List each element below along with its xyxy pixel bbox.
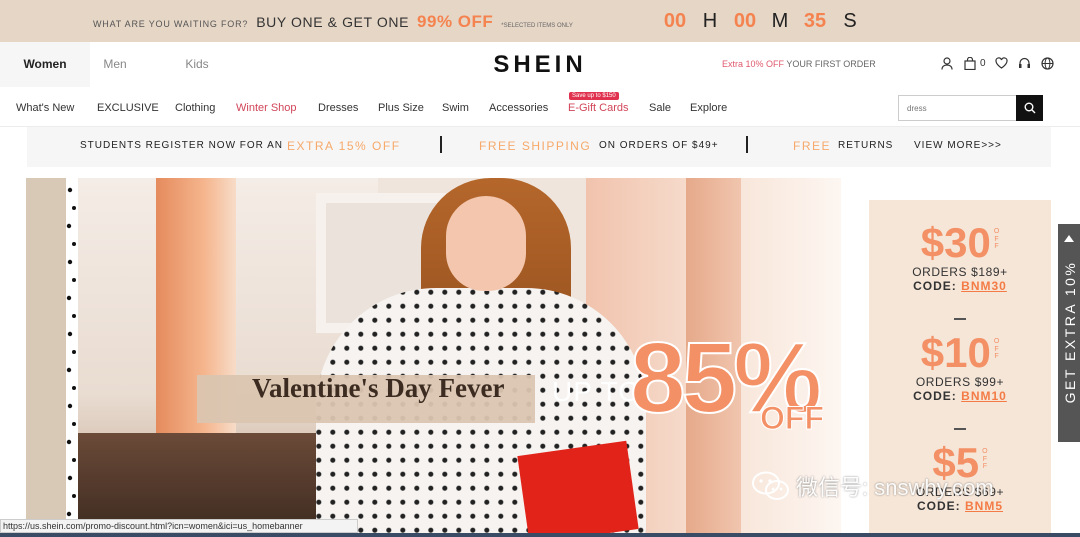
coupon-separator [954,428,966,430]
main-nav: What's New EXCLUSIVE Clothing Winter Sho… [0,87,1080,127]
search-button[interactable] [1016,95,1043,121]
coupon-code-label: CODE: [913,389,957,403]
coupon-30[interactable]: $30 OFF ORDERS $189+ CODE: BNM30 [869,222,1051,294]
tab-kids[interactable]: Kids [152,42,242,87]
countdown-seconds-unit: S [843,10,857,32]
nav-winter-shop[interactable]: Winter Shop [236,102,297,114]
search-box [898,95,1043,121]
coupon-separator [954,318,966,320]
promo-message: WHAT ARE YOU WAITING FOR? BUY ONE & GET … [93,12,573,32]
returns-text: RETURNS [838,140,894,151]
banner-backdrop [26,178,66,537]
nav-clothing[interactable]: Clothing [175,102,215,114]
countdown-seconds: 35 [803,10,827,32]
banner-up-to: UP TO [552,376,642,407]
search-input[interactable] [899,96,1016,120]
nav-explore[interactable]: Explore [690,102,727,114]
get-extra-label: GET EXTRA 10% [1062,260,1078,404]
extra-discount-link[interactable]: EXTRA 15% OFF [287,139,401,153]
search-icon [1024,102,1035,114]
countdown-hours: 00 [663,10,687,32]
user-icon[interactable] [940,55,954,71]
coupon-threshold: ORDERS $99+ [915,375,1005,389]
divider [746,136,748,153]
wechat-watermark: 微信号: snswhy.com [752,470,994,502]
watermark-text: 微信号: snswhy.com [796,475,994,500]
coupon-code-line: CODE: BNM10 [869,389,1051,403]
coupon-code[interactable]: BNM10 [961,389,1007,403]
coupon-value: $30 [920,219,991,266]
shein-logo[interactable]: SHEIN [480,51,600,79]
countdown-timer: 00 H 00 M 35 S [660,10,870,33]
nav-whats-new[interactable]: What's New [16,102,74,114]
divider [440,136,442,153]
free-returns-label[interactable]: FREE [793,139,831,153]
countdown-hours-unit: H [702,10,718,32]
coupon-code-label: CODE: [913,279,957,293]
bag-count: 0 [980,57,986,69]
coupon-off-label: OFF [994,228,999,251]
countdown-minutes-unit: M [771,10,789,32]
tab-men[interactable]: Men [70,42,160,87]
hero-banner[interactable]: Valentine's Day Fever UP TO 85% OFF [26,178,841,537]
coupon-code[interactable]: BNM30 [961,279,1007,293]
coupon-10[interactable]: $10 OFF ORDERS $99+ CODE: BNM10 [869,332,1051,404]
off-letter: O [993,338,1000,345]
off-letter: O [993,228,1000,235]
nav-plus-size[interactable]: Plus Size [378,102,424,114]
coupon-amount: $10 OFF [921,332,1000,374]
promo-discount: 99% OFF [417,12,494,31]
off-letter: F [982,455,987,463]
promo-tagline: WHAT ARE YOU WAITING FOR? [93,19,249,29]
nav-e-gift-cards[interactable]: E-Gift Cards [568,102,629,114]
red-handbag [517,440,639,537]
taskbar [0,533,1080,537]
first-order-highlight: Extra 10% OFF [722,59,785,69]
off-letter: F [994,243,999,251]
free-shipping-threshold: ON ORDERS OF $49+ [599,140,719,151]
status-bar-url: https://us.shein.com/promo-discount.html… [0,519,358,533]
model-face [446,196,526,291]
coupon-threshold: ORDERS $189+ [912,265,1008,279]
nav-dresses[interactable]: Dresses [318,102,358,114]
get-extra-tab[interactable]: GET EXTRA 10% [1058,224,1080,442]
bag-icon[interactable] [963,55,977,71]
coupon-off-label: OFF [994,338,999,361]
students-text: STUDENTS REGISTER NOW FOR AN [80,140,284,151]
shipping-info-strip: STUDENTS REGISTER NOW FOR AN EXTRA 15% O… [27,127,1051,167]
nav-exclusive[interactable]: EXCLUSIVE [97,102,159,114]
first-order-text: YOUR FIRST ORDER [784,59,876,69]
off-letter: F [994,353,999,361]
coupon-amount: $30 OFF [921,222,1000,264]
header-icons: 0 [940,55,1055,71]
coupon-code-line: CODE: BNM30 [869,279,1051,293]
free-shipping-label[interactable]: FREE SHIPPING [479,139,591,153]
first-order-offer[interactable]: Extra 10% OFF YOUR FIRST ORDER [722,59,876,69]
heart-icon[interactable] [995,55,1009,71]
banner-off: OFF [760,400,825,437]
gift-card-badge: Save up to $150 [569,92,619,100]
wechat-icon [752,471,789,500]
coupon-off-label: OFF [982,448,987,471]
promo-headline: BUY ONE & GET ONE [256,14,410,30]
countdown-minutes: 00 [733,10,757,32]
nav-swim[interactable]: Swim [442,102,469,114]
off-letter: F [994,235,999,243]
globe-icon[interactable] [1041,55,1055,71]
view-more-link[interactable]: VIEW MORE>>> [914,140,1002,151]
polka-dot-strip [66,178,78,537]
off-letter: O [982,448,988,455]
nav-accessories[interactable]: Accessories [489,102,548,114]
nav-sale[interactable]: Sale [649,102,671,114]
support-icon[interactable] [1018,55,1032,71]
coupon-value: $10 [920,329,991,376]
off-letter: F [994,345,999,353]
site-header: Women Men Kids SHEIN Extra 10% OFF YOUR … [0,42,1080,87]
promo-bar[interactable]: WHAT ARE YOU WAITING FOR? BUY ONE & GET … [0,0,1080,42]
banner-title: Valentine's Day Fever [252,373,505,403]
promo-note: *SELECTED ITEMS ONLY [501,23,573,29]
